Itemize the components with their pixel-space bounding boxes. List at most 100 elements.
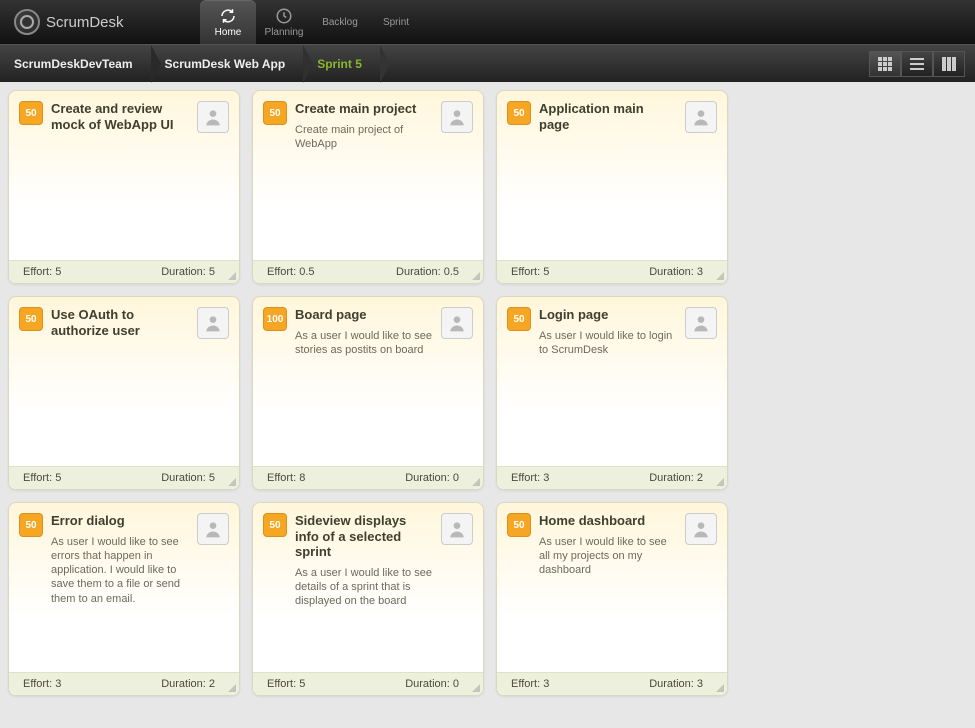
top-navbar: ScrumDesk Home Planning Backlog Sprint bbox=[0, 0, 975, 44]
effort-label: Effort: 3 bbox=[511, 472, 549, 484]
priority-badge: 50 bbox=[507, 513, 531, 537]
card-footer: Effort: 0.5 Duration: 0.5 bbox=[253, 260, 483, 283]
view-list-button[interactable] bbox=[901, 51, 933, 77]
story-card[interactable]: 50 Home dashboard As user I would like to … bbox=[496, 502, 728, 696]
story-card[interactable]: 100 Board page As a user I would like to s… bbox=[252, 296, 484, 490]
card-footer: Effort: 3 Duration: 3 bbox=[497, 672, 727, 695]
duration-label: Duration: 0.5 bbox=[396, 266, 459, 278]
card-title: Error dialog bbox=[51, 513, 189, 529]
duration-label: Duration: 3 bbox=[649, 266, 703, 278]
assignee-avatar[interactable] bbox=[197, 101, 229, 133]
card-footer: Effort: 8 Duration: 0 bbox=[253, 466, 483, 489]
card-title: Home dashboard bbox=[539, 513, 677, 529]
story-card[interactable]: 50 Create and review mock of WebApp UI Eff… bbox=[8, 90, 240, 284]
nav-tab-sprint[interactable]: Sprint bbox=[368, 0, 424, 44]
resize-handle-icon[interactable] bbox=[226, 682, 236, 692]
card-footer: Effort: 5 Duration: 5 bbox=[9, 466, 239, 489]
assignee-avatar[interactable] bbox=[685, 513, 717, 545]
effort-label: Effort: 8 bbox=[267, 472, 305, 484]
effort-label: Effort: 0.5 bbox=[267, 266, 315, 278]
breadcrumb-project[interactable]: ScrumDesk Web App bbox=[151, 45, 304, 83]
story-card[interactable]: 50 Use OAuth to authorize user Effort: 5 Du… bbox=[8, 296, 240, 490]
columns-icon bbox=[942, 57, 956, 71]
refresh-icon bbox=[219, 7, 237, 25]
priority-badge: 50 bbox=[19, 513, 43, 537]
card-footer: Effort: 5 Duration: 3 bbox=[497, 260, 727, 283]
story-card[interactable]: 50 Login page As user I would like to logi… bbox=[496, 296, 728, 490]
board-area: 50 Create and review mock of WebApp UI Eff… bbox=[0, 82, 975, 704]
effort-label: Effort: 5 bbox=[267, 678, 305, 690]
breadcrumb-sprint[interactable]: Sprint 5 bbox=[303, 45, 380, 83]
resize-handle-icon[interactable] bbox=[470, 682, 480, 692]
duration-label: Duration: 2 bbox=[649, 472, 703, 484]
priority-badge: 50 bbox=[19, 307, 43, 331]
nav-tabs: Home Planning Backlog Sprint bbox=[200, 0, 424, 44]
breadcrumb-bar: ScrumDeskDevTeam ScrumDesk Web App Sprin… bbox=[0, 44, 975, 82]
resize-handle-icon[interactable] bbox=[470, 270, 480, 280]
logo-area: ScrumDesk bbox=[0, 9, 200, 35]
priority-badge: 100 bbox=[263, 307, 287, 331]
assignee-avatar[interactable] bbox=[685, 307, 717, 339]
duration-label: Duration: 3 bbox=[649, 678, 703, 690]
clock-icon bbox=[275, 7, 293, 25]
card-title: Create and review mock of WebApp UI bbox=[51, 101, 189, 132]
resize-handle-icon[interactable] bbox=[714, 270, 724, 280]
priority-badge: 50 bbox=[507, 307, 531, 331]
effort-label: Effort: 5 bbox=[511, 266, 549, 278]
card-description: As user I would like to login to ScrumDe… bbox=[539, 329, 677, 358]
resize-handle-icon[interactable] bbox=[226, 270, 236, 280]
story-card[interactable]: 50 Error dialog As user I would like to se… bbox=[8, 502, 240, 696]
resize-handle-icon[interactable] bbox=[714, 682, 724, 692]
assignee-avatar[interactable] bbox=[197, 307, 229, 339]
resize-handle-icon[interactable] bbox=[714, 476, 724, 486]
assignee-avatar[interactable] bbox=[685, 101, 717, 133]
resize-handle-icon[interactable] bbox=[470, 476, 480, 486]
card-title: Use OAuth to authorize user bbox=[51, 307, 189, 338]
priority-badge: 50 bbox=[19, 101, 43, 125]
nav-tab-planning[interactable]: Planning bbox=[256, 0, 312, 44]
card-description: Create main project of WebApp bbox=[295, 123, 433, 152]
priority-badge: 50 bbox=[263, 513, 287, 537]
assignee-avatar[interactable] bbox=[441, 101, 473, 133]
card-title: Create main project bbox=[295, 101, 433, 117]
story-card[interactable]: 50 Create main project Create main project… bbox=[252, 90, 484, 284]
assignee-avatar[interactable] bbox=[441, 307, 473, 339]
nav-tab-backlog[interactable]: Backlog bbox=[312, 0, 368, 44]
view-grid-button[interactable] bbox=[869, 51, 901, 77]
app-title: ScrumDesk bbox=[46, 14, 124, 31]
card-footer: Effort: 3 Duration: 2 bbox=[9, 672, 239, 695]
card-description: As user I would like to see all my proje… bbox=[539, 535, 677, 578]
card-description: As user I would like to see errors that … bbox=[51, 535, 189, 606]
effort-label: Effort: 3 bbox=[511, 678, 549, 690]
priority-badge: 50 bbox=[507, 101, 531, 125]
duration-label: Duration: 0 bbox=[405, 472, 459, 484]
card-title: Application main page bbox=[539, 101, 677, 132]
duration-label: Duration: 0 bbox=[405, 678, 459, 690]
duration-label: Duration: 5 bbox=[161, 266, 215, 278]
priority-badge: 50 bbox=[263, 101, 287, 125]
card-description: As a user I would like to see stories as… bbox=[295, 329, 433, 358]
view-columns-button[interactable] bbox=[933, 51, 965, 77]
card-description: As a user I would like to see details of… bbox=[295, 566, 433, 609]
assignee-avatar[interactable] bbox=[197, 513, 229, 545]
assignee-avatar[interactable] bbox=[441, 513, 473, 545]
list-icon bbox=[910, 57, 924, 71]
card-title: Board page bbox=[295, 307, 433, 323]
nav-tab-home[interactable]: Home bbox=[200, 0, 256, 44]
effort-label: Effort: 3 bbox=[23, 678, 61, 690]
duration-label: Duration: 2 bbox=[161, 678, 215, 690]
view-toggle-group bbox=[869, 51, 975, 77]
app-logo-icon bbox=[14, 9, 40, 35]
story-card[interactable]: 50 Sideview displays info of a selected s… bbox=[252, 502, 484, 696]
grid-icon bbox=[878, 57, 892, 71]
card-footer: Effort: 5 Duration: 5 bbox=[9, 260, 239, 283]
breadcrumb-team[interactable]: ScrumDeskDevTeam bbox=[0, 45, 151, 83]
duration-label: Duration: 5 bbox=[161, 472, 215, 484]
card-title: Login page bbox=[539, 307, 677, 323]
resize-handle-icon[interactable] bbox=[226, 476, 236, 486]
story-card[interactable]: 50 Application main page Effort: 5 Duration… bbox=[496, 90, 728, 284]
card-title: Sideview displays info of a selected spr… bbox=[295, 513, 433, 560]
effort-label: Effort: 5 bbox=[23, 266, 61, 278]
card-footer: Effort: 5 Duration: 0 bbox=[253, 672, 483, 695]
effort-label: Effort: 5 bbox=[23, 472, 61, 484]
